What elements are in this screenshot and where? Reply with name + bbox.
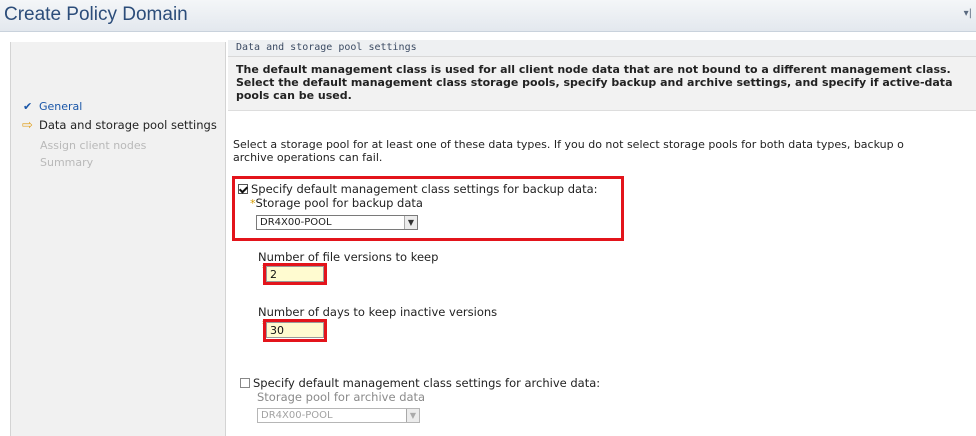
backup-pool-label: Storage pool for backup data xyxy=(255,196,423,210)
menu-toggle-icon[interactable]: ▾| xyxy=(964,8,972,19)
backup-pool-select[interactable]: DR4X00-POOL ▼ xyxy=(256,215,418,230)
instruction-line: archive operations can fail. xyxy=(233,151,383,164)
versions-input[interactable]: 2 xyxy=(266,266,324,282)
archive-pool-value: DR4X00-POOL xyxy=(261,410,333,421)
checkmark-icon: ✔ xyxy=(23,100,33,113)
wizard-step-summary: Summary xyxy=(40,156,94,169)
days-input[interactable]: 30 xyxy=(266,322,324,338)
intro-description: The default management class is used for… xyxy=(228,57,976,111)
archive-settings-label: Specify default management class setting… xyxy=(253,376,601,390)
arrow-right-icon: ⇨ xyxy=(22,118,33,133)
versions-label: Number of file versions to keep xyxy=(258,250,439,264)
wizard-step-assign-nodes: Assign client nodes xyxy=(40,139,147,152)
backup-pool-value: DR4X00-POOL xyxy=(260,217,332,228)
archive-pool-select[interactable]: DR4X00-POOL ▼ xyxy=(257,408,420,423)
backup-pool-label-row: *Storage pool for backup data xyxy=(250,196,423,210)
dropdown-arrow-icon[interactable]: ▼ xyxy=(404,216,417,229)
wizard-step-label: Data and storage pool settings xyxy=(39,118,217,132)
backup-settings-row: Specify default management class setting… xyxy=(238,182,598,196)
wizard-step-data-storage[interactable]: ⇨ Data and storage pool settings xyxy=(22,118,217,133)
instruction-text: Select a storage pool for at least one o… xyxy=(233,138,976,164)
dropdown-arrow-icon[interactable]: ▼ xyxy=(406,409,419,422)
wizard-step-label: General xyxy=(39,100,83,113)
window-title: Create Policy Domain xyxy=(4,4,188,25)
archive-pool-label: Storage pool for archive data xyxy=(257,390,426,404)
archive-settings-row: Specify default management class setting… xyxy=(240,376,600,390)
archive-settings-checkbox[interactable] xyxy=(240,378,250,388)
wizard-nav: ✔ General ⇨ Data and storage pool settings… xyxy=(10,42,226,436)
wizard-step-general[interactable]: ✔ General xyxy=(23,100,82,113)
instruction-line: Select a storage pool for at least one o… xyxy=(233,138,904,151)
title-bar: Create Policy Domain ▾| xyxy=(0,0,976,32)
days-label: Number of days to keep inactive versions xyxy=(258,305,498,319)
section-header: Data and storage pool settings xyxy=(228,40,976,57)
backup-settings-label: Specify default management class setting… xyxy=(251,182,598,196)
backup-settings-checkbox[interactable] xyxy=(238,184,248,194)
